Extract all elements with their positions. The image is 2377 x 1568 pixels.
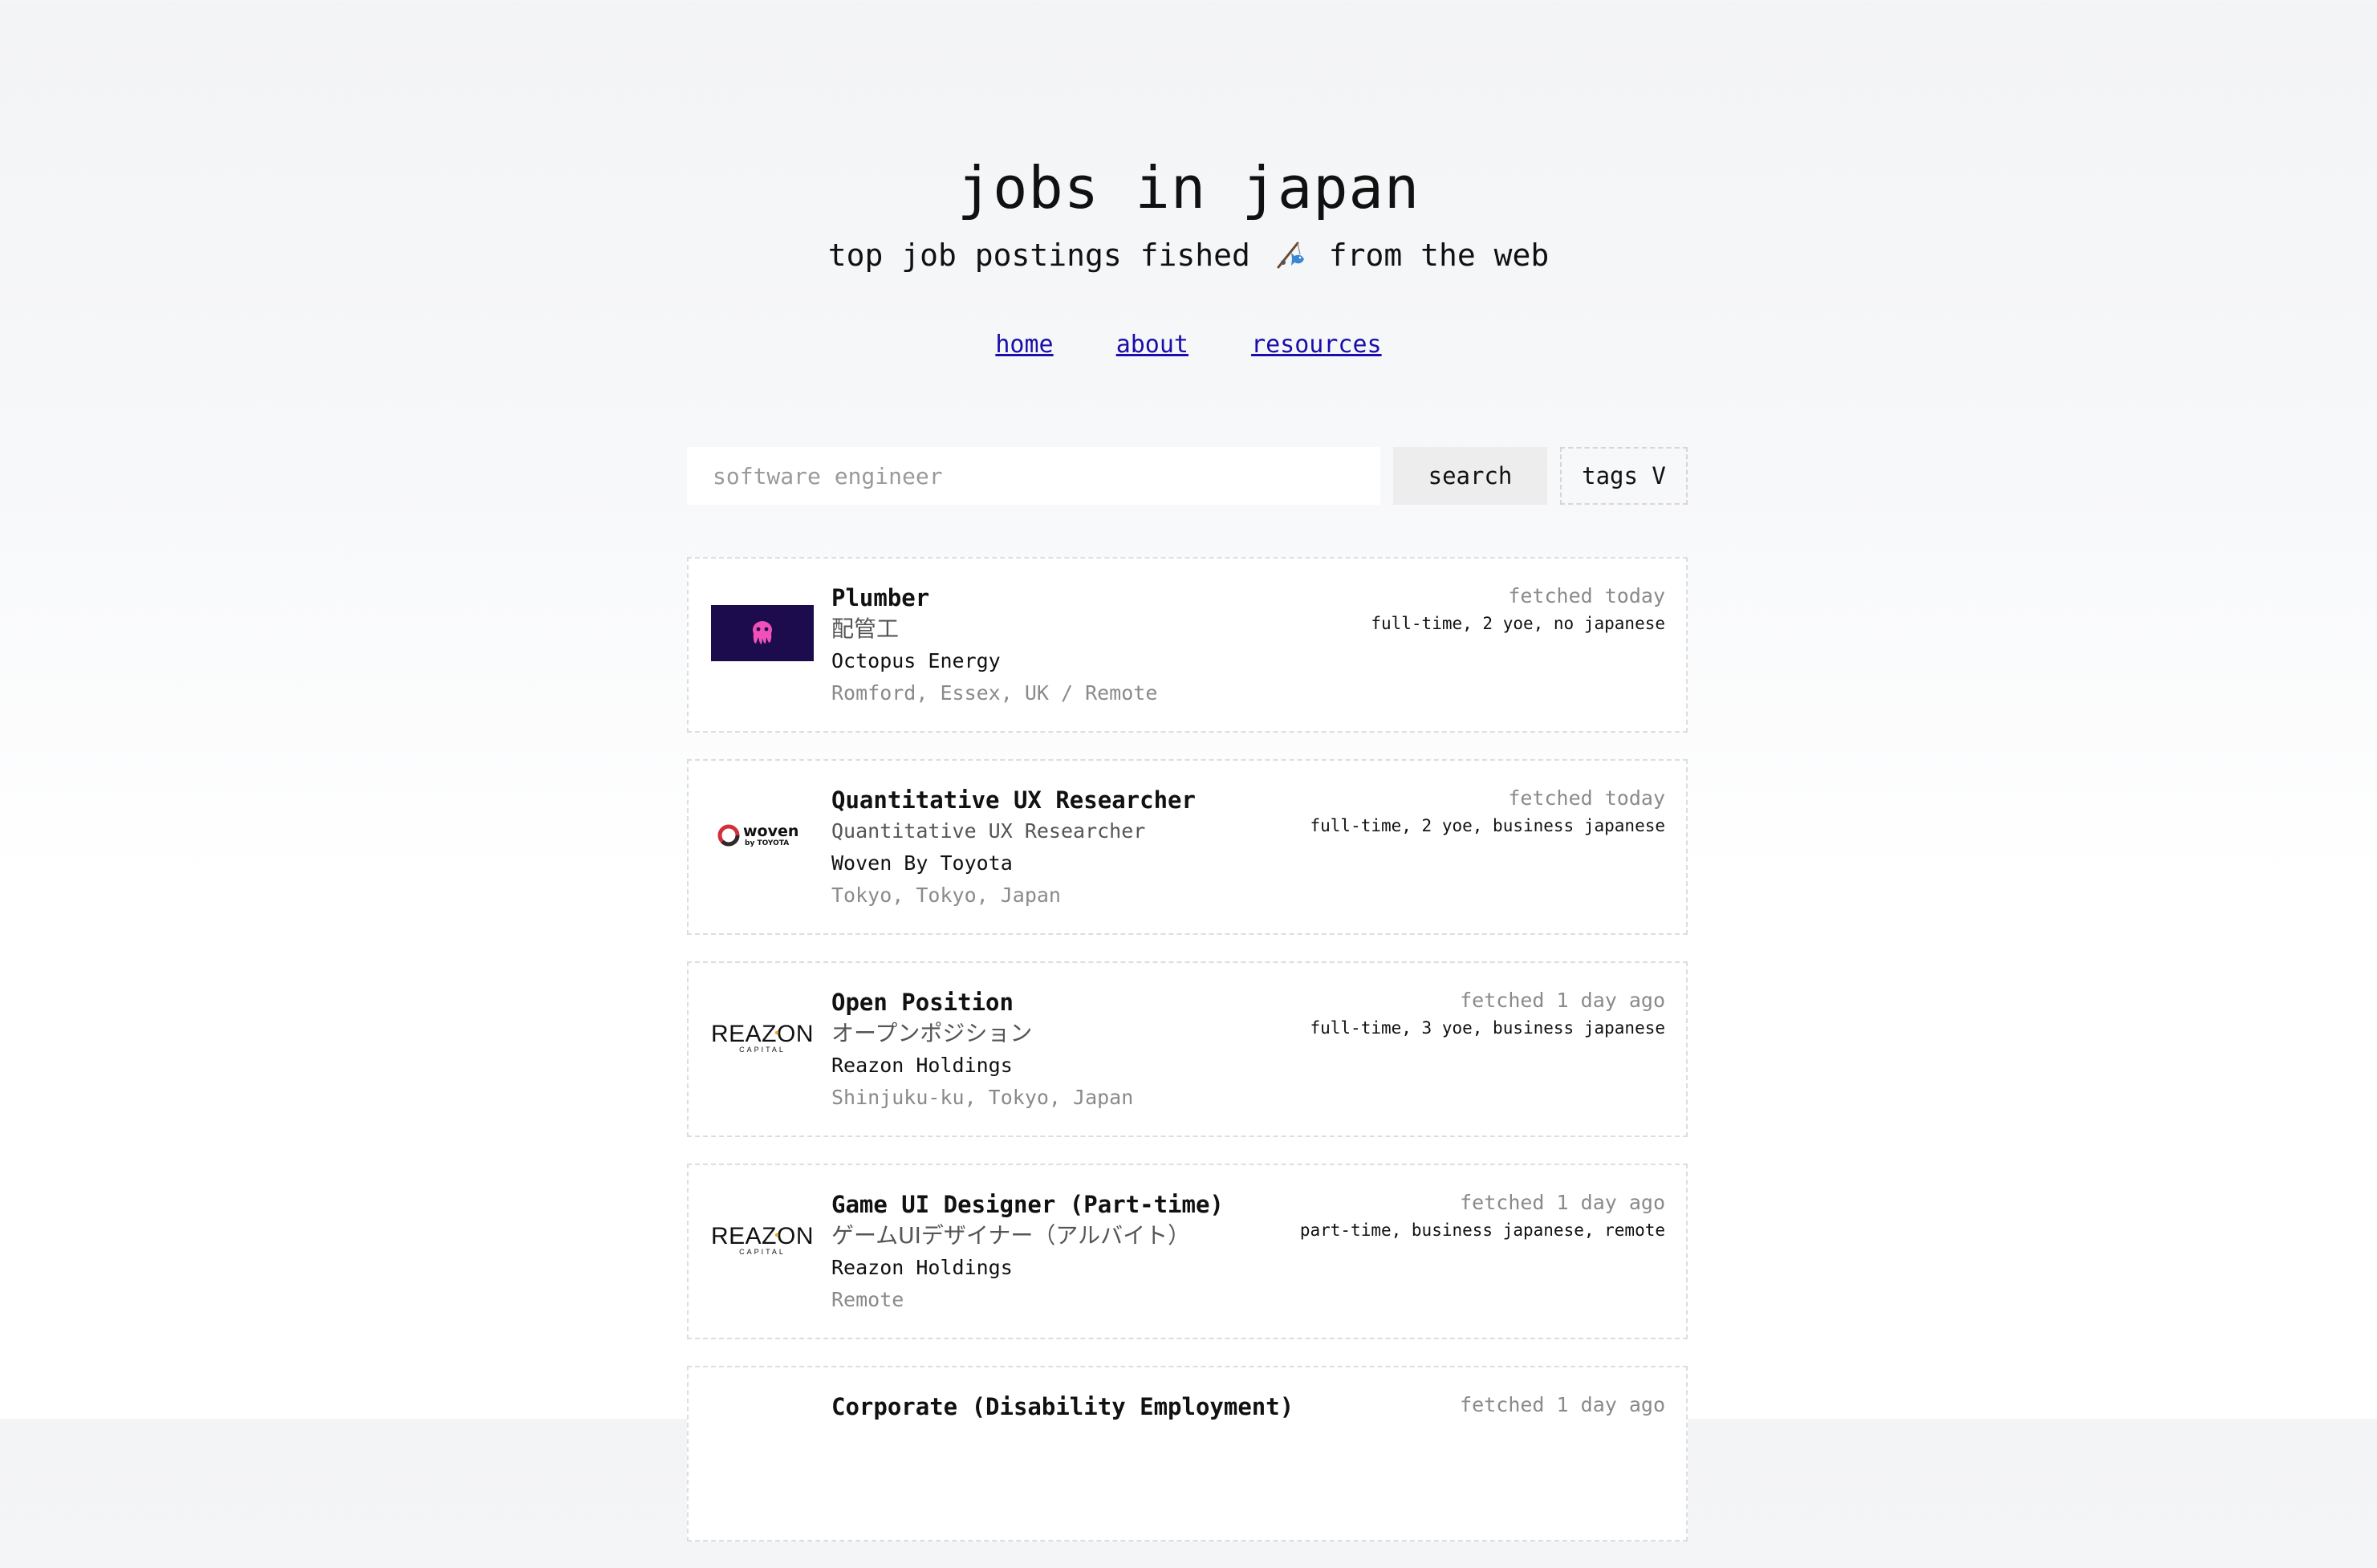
tags-dropdown-button[interactable]: tags V <box>1560 447 1688 505</box>
job-subtitle: 配管工 <box>831 615 900 642</box>
job-card[interactable]: Plumber 配管工 Octopus Energy Romford, Esse… <box>687 557 1688 733</box>
job-company: Octopus Energy <box>831 649 1001 672</box>
nav-link-about[interactable]: about <box>1116 331 1188 359</box>
job-fetched-time: fetched 1 day ago <box>1460 1191 1665 1214</box>
job-tags: full-time, 3 yoe, business japanese <box>1310 1018 1665 1038</box>
job-company: Reazon Holdings <box>831 1054 1013 1077</box>
job-meta: fetched 1 day ago <box>1460 1390 1665 1420</box>
woven-logo-subtext: by TOYOTA <box>745 839 789 847</box>
reazon-capital-logo: REAZON CAPITAL <box>711 1212 814 1268</box>
job-card[interactable]: woven by TOYOTA Quantitative UX Research… <box>687 759 1688 935</box>
reazon-logo-text: REAZON <box>713 1021 812 1047</box>
job-fetched-time: fetched 1 day ago <box>1460 1393 1665 1416</box>
job-card[interactable]: Corporate (Disability Employment) fetche… <box>687 1366 1688 1542</box>
search-button[interactable]: search <box>1393 447 1547 505</box>
site-header: jobs in japan top job postings fished fr… <box>0 152 2377 274</box>
job-fetched-time: fetched today <box>1508 584 1665 607</box>
octopus-energy-logo <box>711 605 814 661</box>
job-info: Game UI Designer (Part-time) ゲームUIデザイナー（… <box>831 1189 1224 1316</box>
job-location: Remote <box>831 1288 904 1311</box>
job-fetched-time: fetched 1 day ago <box>1460 989 1665 1012</box>
job-title: Open Position <box>831 989 1014 1016</box>
nav-link-home[interactable]: home <box>995 331 1053 359</box>
job-title: Corporate (Disability Employment) <box>831 1393 1294 1420</box>
job-card[interactable]: REAZON CAPITAL Game UI Designer (Part-ti… <box>687 1164 1688 1339</box>
job-info: Open Position オープンポジション Reazon Holdings … <box>831 987 1133 1114</box>
job-company: Woven By Toyota <box>831 851 1013 875</box>
job-meta: fetched 1 day ago part-time, business ja… <box>1300 1188 1665 1242</box>
tagline-text-end: from the web <box>1328 238 1550 273</box>
job-tags: full-time, 2 yoe, no japanese <box>1371 614 1665 633</box>
job-info: Quantitative UX Researcher Quantitative … <box>831 785 1196 912</box>
job-subtitle: Quantitative UX Researcher <box>831 819 1146 843</box>
job-info: Corporate (Disability Employment) <box>831 1391 1294 1422</box>
woven-by-toyota-logo: woven by TOYOTA <box>711 807 814 863</box>
reazon-logo-subtext: CAPITAL <box>739 1046 786 1054</box>
job-location: Tokyo, Tokyo, Japan <box>831 884 1061 907</box>
nav-link-resources[interactable]: resources <box>1251 331 1382 359</box>
reazon-logo-text: REAZON <box>713 1223 812 1249</box>
job-tags: full-time, 2 yoe, business japanese <box>1310 816 1665 835</box>
job-meta: fetched today full-time, 2 yoe, no japan… <box>1371 581 1665 636</box>
job-card[interactable]: REAZON CAPITAL Open Position オープンポジション R… <box>687 961 1688 1137</box>
site-tagline: top job postings fished from the web <box>0 236 2377 274</box>
job-location: Shinjuku-ku, Tokyo, Japan <box>831 1086 1134 1109</box>
job-company: Reazon Holdings <box>831 1256 1013 1279</box>
site-title: jobs in japan <box>957 154 1420 221</box>
tagline-text-start: top job postings fished <box>827 238 1250 273</box>
fishing-pole-icon <box>1274 238 1306 270</box>
job-subtitle: ゲームUIデザイナー（アルバイト） <box>831 1222 1191 1249</box>
job-title: Game UI Designer (Part-time) <box>831 1191 1224 1218</box>
job-meta: fetched 1 day ago full-time, 3 yoe, busi… <box>1310 985 1665 1040</box>
search-input[interactable] <box>687 447 1380 505</box>
woven-logo-text: woven <box>743 823 798 840</box>
reazon-logo-subtext: CAPITAL <box>739 1248 786 1256</box>
search-bar: search tags V <box>687 447 1688 505</box>
reazon-capital-logo: REAZON CAPITAL <box>711 1009 814 1066</box>
job-meta: fetched today full-time, 2 yoe, business… <box>1310 783 1665 838</box>
job-fetched-time: fetched today <box>1508 786 1665 810</box>
job-info: Plumber 配管工 Octopus Energy Romford, Esse… <box>831 583 1157 709</box>
main-nav: home about resources <box>0 331 2377 359</box>
job-title: Quantitative UX Researcher <box>831 786 1196 814</box>
job-tags: part-time, business japanese, remote <box>1299 1221 1665 1240</box>
job-location: Romford, Essex, UK / Remote <box>831 681 1158 705</box>
job-list: Plumber 配管工 Octopus Energy Romford, Esse… <box>687 557 1688 1568</box>
job-subtitle: オープンポジション <box>831 1020 1033 1046</box>
job-title: Plumber <box>831 584 930 611</box>
